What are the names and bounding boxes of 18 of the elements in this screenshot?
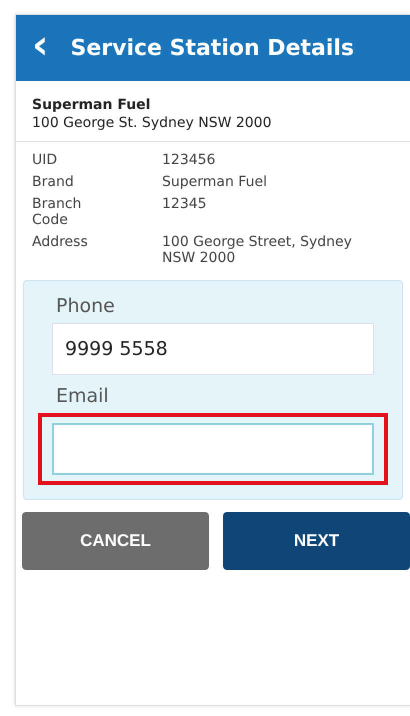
detail-value: 100 George Street, Sydney NSW 2000 <box>162 234 353 266</box>
detail-label: Brand <box>32 174 75 190</box>
detail-label: Address <box>32 234 89 252</box>
detail-label: UID <box>32 152 58 168</box>
field-label: Email <box>56 385 110 407</box>
detail-label: Branch Code <box>32 196 82 228</box>
input-field[interactable] <box>52 423 374 475</box>
cancel-button[interactable]: CANCEL <box>22 512 209 570</box>
next-button[interactable]: NEXT <box>223 512 410 570</box>
detail-value: 12345 <box>162 196 208 214</box>
page-title: Service Station Details <box>70 36 354 60</box>
station-name: Superman Fuel <box>32 97 152 113</box>
detail-value: Superman Fuel <box>162 174 268 190</box>
back-button[interactable]: ‹ <box>32 25 48 71</box>
input-field[interactable]: 9999 5558 <box>52 323 374 375</box>
detail-value: 123456 <box>162 152 216 168</box>
field-label: Phone <box>56 295 116 317</box>
station-address: 100 George St. Sydney NSW 2000 <box>32 115 272 131</box>
